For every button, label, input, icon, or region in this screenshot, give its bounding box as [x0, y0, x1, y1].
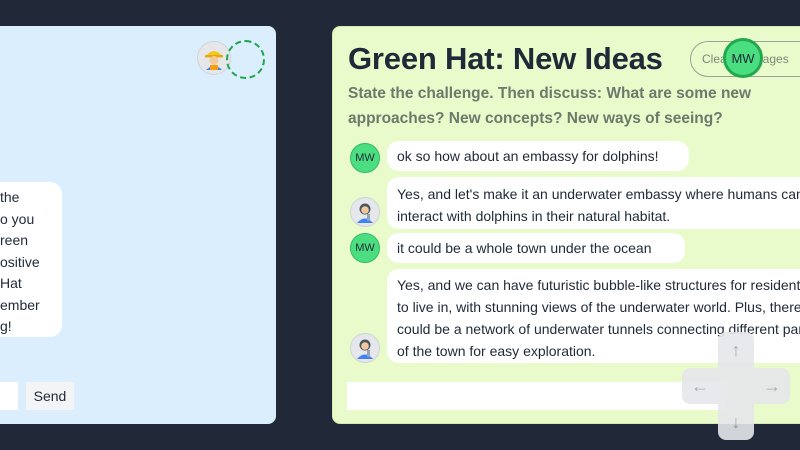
user-avatar-small: MW	[350, 143, 380, 173]
bubble-line: ositive	[0, 253, 40, 270]
arrow-up-icon: ↑	[731, 339, 741, 360]
bubble-line: o you	[0, 210, 35, 227]
bubble-line: g!	[0, 318, 12, 334]
scientist-icon	[357, 203, 373, 223]
user-avatar-small: MW	[350, 233, 380, 263]
bubble-line: reen	[0, 232, 29, 248]
arrow-left-button[interactable]: ←	[682, 368, 718, 404]
message-input[interactable]	[347, 382, 727, 410]
bubble-line: ember	[0, 296, 40, 313]
page-title: Green Hat: New Ideas	[348, 41, 663, 76]
bot-message-bubble: Yes, and let's make it an underwater emb…	[387, 177, 800, 229]
bot-avatar	[350, 197, 380, 227]
bubble-line: the	[0, 189, 20, 205]
avatar-drop-slot[interactable]	[226, 40, 265, 79]
user-message-bubble: ok so how about an embassy for dolphins!	[387, 141, 689, 171]
hat-prompt: State the challenge. Then discuss: What …	[348, 85, 752, 127]
bot-avatar	[350, 333, 380, 363]
worker-icon	[205, 51, 223, 70]
user-message-bubble: it could be a whole town under the ocean	[387, 233, 685, 263]
bot-message-bubble: the o you reen ositive Hat ember g!	[0, 182, 62, 337]
left-message-input[interactable]	[0, 382, 18, 410]
arrow-down-icon: ↓	[731, 411, 741, 432]
arrow-up-button[interactable]: ↑	[718, 332, 754, 368]
arrow-right-icon: →	[763, 375, 781, 396]
left-chat-panel: the o you reen ositive Hat ember g! Send	[0, 26, 276, 424]
arrow-down-button[interactable]: ↓	[718, 404, 754, 440]
arrow-pad-center	[718, 368, 754, 404]
arrow-left-icon: ←	[691, 375, 709, 396]
send-button[interactable]: Send	[26, 382, 74, 410]
user-avatar[interactable]: MW	[723, 38, 763, 78]
bubble-line: Hat	[0, 275, 22, 291]
arrow-right-button[interactable]: →	[754, 368, 790, 404]
scientist-icon	[357, 339, 373, 359]
